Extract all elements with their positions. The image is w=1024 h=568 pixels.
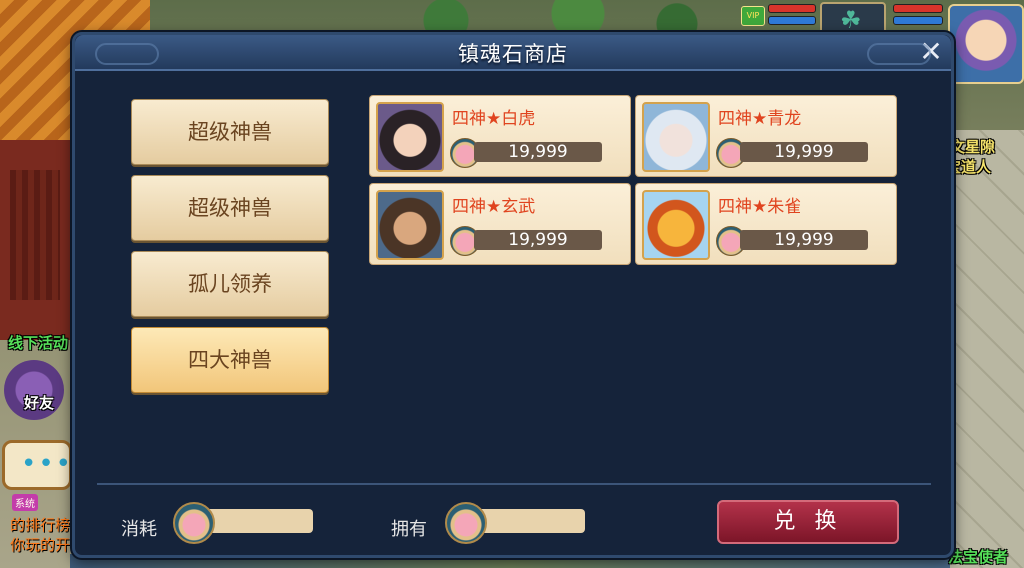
npc-label-1[interactable]: 文星隙 [950, 136, 995, 157]
pet-hp-bar [893, 4, 943, 13]
item-name: 四神★白虎 [452, 109, 536, 129]
item-price: 19,999 [740, 230, 868, 250]
category-button[interactable]: 超级神兽 [131, 99, 329, 165]
item-price: 19,999 [474, 142, 602, 162]
cost-label: 消耗 [121, 519, 157, 540]
temple-wall [0, 140, 75, 340]
azure-dragon-portrait [642, 102, 710, 172]
soul-stone-icon [173, 502, 215, 544]
friend-label[interactable]: 好友 [24, 392, 54, 413]
pet-status-bars [893, 4, 943, 28]
event-label[interactable]: 线下活动 [8, 332, 68, 353]
item-name: 四神★玄武 [452, 197, 536, 217]
shop-dialog: 镇魂石商店 ✕ 超级神兽 超级神兽 孤儿领养 四大神兽 四神★白虎 19,999… [72, 32, 954, 558]
trees [380, 0, 710, 34]
category-button-active[interactable]: 四大神兽 [131, 327, 329, 393]
divider [97, 483, 931, 485]
dialog-header: 镇魂石商店 ✕ [75, 35, 951, 71]
item-name: 四神★朱雀 [718, 197, 802, 217]
vip-badge[interactable]: VIP [741, 6, 765, 26]
mp-bar [768, 16, 816, 25]
close-icon[interactable]: ✕ [915, 37, 947, 67]
system-badge: 系统 [12, 494, 38, 511]
npc-label-3[interactable]: 法宝使者 [948, 546, 1008, 567]
owned-label: 拥有 [391, 519, 427, 540]
dialog-title: 镇魂石商店 [458, 42, 568, 66]
chat-line: 你玩的开 [10, 536, 71, 554]
vermilion-bird-portrait [642, 190, 710, 260]
player-avatar[interactable] [948, 4, 1024, 84]
stone-pavement [944, 130, 1024, 568]
hp-bar [768, 4, 816, 13]
item-card[interactable]: 四神★白虎 19,999 [369, 95, 631, 177]
item-card[interactable]: 四神★玄武 19,999 [369, 183, 631, 265]
player-status-bars [768, 4, 816, 28]
black-tortoise-portrait [376, 190, 444, 260]
item-price: 19,999 [740, 142, 868, 162]
item-card[interactable]: 四神★青龙 19,999 [635, 95, 897, 177]
item-price: 19,999 [474, 230, 602, 250]
item-card[interactable]: 四神★朱雀 19,999 [635, 183, 897, 265]
exchange-button[interactable]: 兑 换 [717, 500, 899, 544]
category-button[interactable]: 超级神兽 [131, 175, 329, 241]
soul-stone-icon [445, 502, 487, 544]
chat-line: 的排行榜 [10, 516, 71, 534]
pet-mp-bar [893, 16, 943, 25]
chat-icon[interactable]: ••• [2, 440, 72, 490]
white-tiger-portrait [376, 102, 444, 172]
item-name: 四神★青龙 [718, 109, 802, 129]
category-button[interactable]: 孤儿领养 [131, 251, 329, 317]
